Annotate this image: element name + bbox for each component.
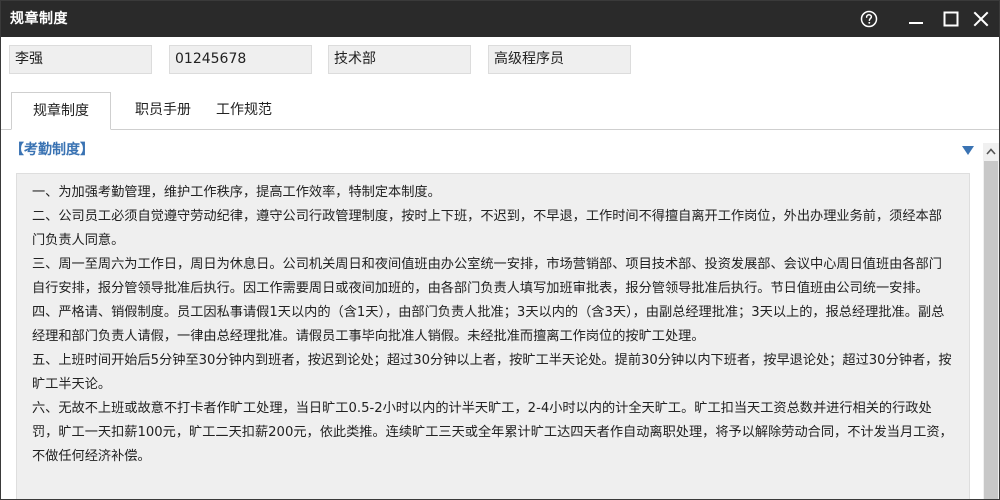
regulation-content: 一、为加强考勤管理，维护工作秩序，提高工作效率，特制定本制度。 二、公司员工必须… [16, 173, 970, 499]
tab-work-standards[interactable]: 工作规范 [204, 92, 284, 129]
scroll-up-button[interactable] [983, 143, 999, 160]
paragraph-4: 四、严格请、销假制度。员工因私事请假1天以内的（含1天），由部门负责人批准；3天… [32, 305, 945, 344]
help-icon [860, 10, 878, 28]
name-field: 李强 [9, 45, 152, 74]
tab-employee-handbook[interactable]: 职员手册 [123, 92, 203, 129]
main-window: 规章制度 李强 01245678 技术部 高级程序员 规章制度 职员手册 工作规… [0, 0, 1000, 500]
tab-bar: 规章制度 职员手册 工作规范 [1, 92, 999, 130]
vertical-scrollbar[interactable] [983, 143, 999, 499]
scroll-thumb[interactable] [984, 161, 998, 499]
window-title: 规章制度 [10, 11, 68, 27]
chevron-up-icon [986, 148, 996, 155]
minimize-icon [909, 22, 923, 24]
department-field: 技术部 [328, 45, 471, 74]
paragraph-2: 二、公司员工必须自觉遵守劳动纪律，遵守公司行政管理制度，按时上下班，不迟到，不早… [32, 209, 942, 248]
help-button[interactable] [851, 1, 887, 37]
title-bar[interactable]: 规章制度 [1, 1, 999, 37]
paragraph-3: 三、周一至周六为工作日，周日为休息日。公司机关周日和夜间值班由办公室统一安排，市… [32, 257, 942, 296]
position-field: 高级程序员 [488, 45, 631, 74]
employee-id-field: 01245678 [169, 45, 312, 74]
paragraph-1: 一、为加强考勤管理，维护工作秩序，提高工作效率，特制定本制度。 [32, 185, 441, 200]
maximize-icon [943, 11, 959, 27]
minimize-button[interactable] [898, 1, 934, 37]
triangle-down-icon[interactable] [961, 143, 975, 157]
tab-regulations[interactable]: 规章制度 [11, 92, 111, 130]
section-title: 【考勤制度】 [10, 142, 94, 158]
paragraph-6: 六、无故不上班或故意不打卡者作旷工处理，当日旷工0.5-2小时以内的计半天旷工，… [32, 401, 953, 464]
paragraph-5: 五、上班时间开始后5分钟至30分钟内到班者，按迟到论处；超过30分钟以上者，按旷… [32, 353, 952, 392]
close-icon [973, 11, 989, 27]
close-button[interactable] [963, 1, 999, 37]
